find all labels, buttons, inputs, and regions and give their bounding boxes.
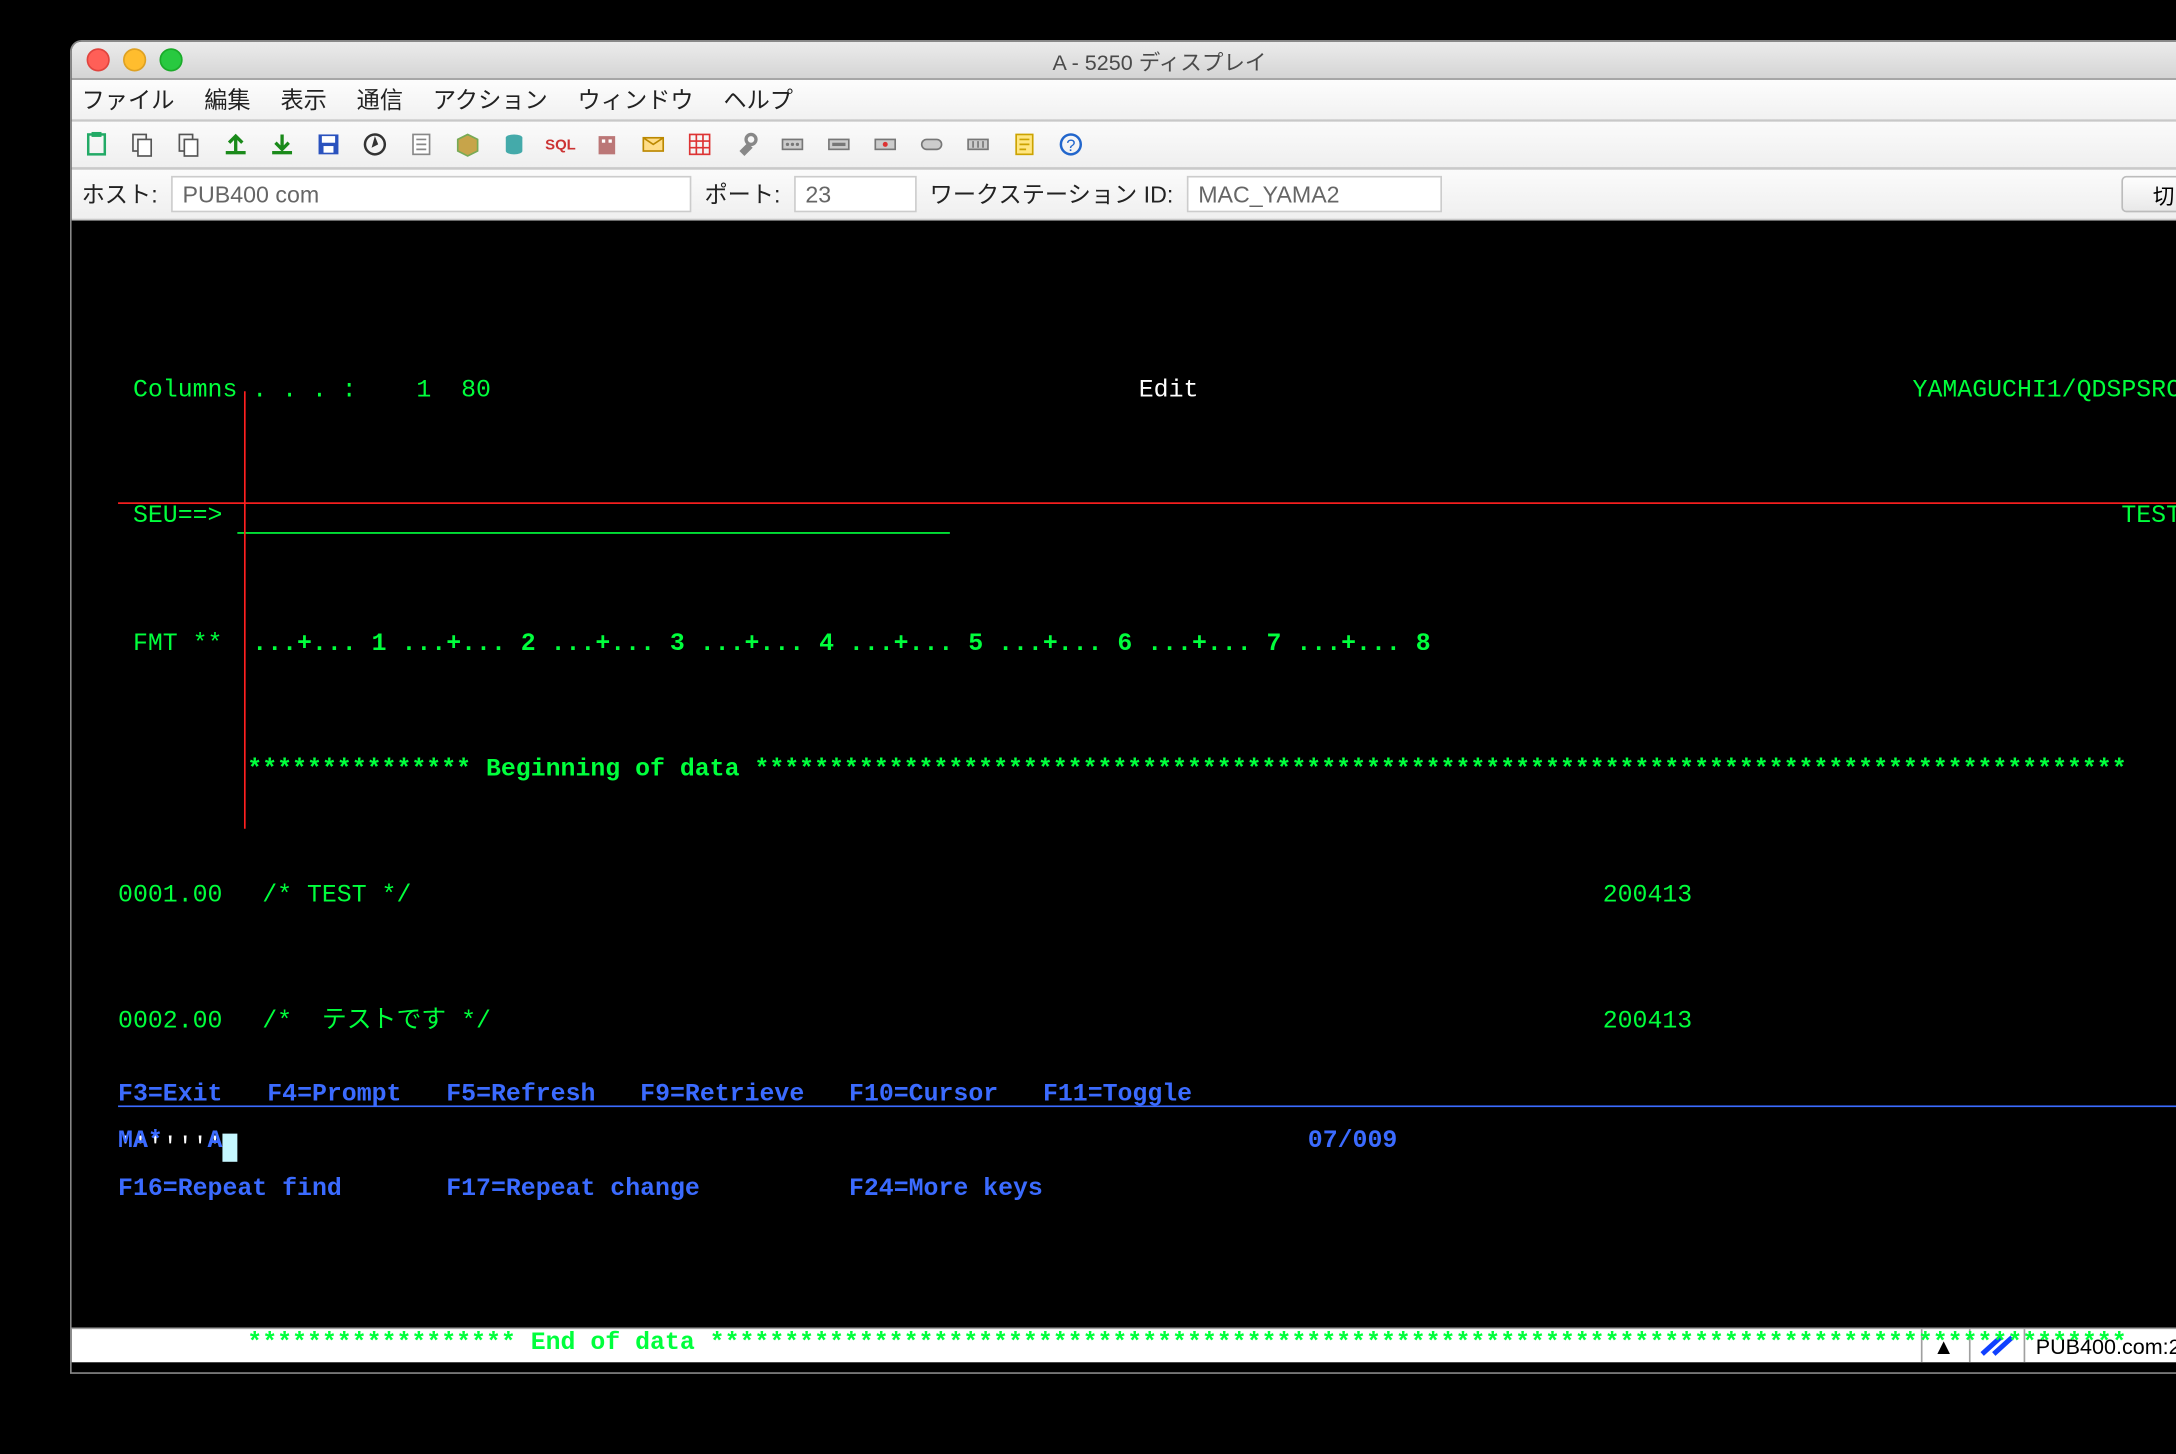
toolbar-tool-icon[interactable]: [728, 126, 764, 162]
toolbar-help-icon[interactable]: ?: [1053, 126, 1089, 162]
disconnect-button[interactable]: 切断: [2121, 176, 2176, 212]
screen-title: Edit: [1139, 375, 1199, 406]
toolbar-sql-icon[interactable]: SQL: [542, 126, 578, 162]
status-divider: [118, 1105, 2176, 1107]
fkey-f24[interactable]: F24=More keys: [849, 1175, 1043, 1203]
source-line-1[interactable]: 0001.00 /* TEST */200413: [118, 880, 2176, 911]
zoom-window-button[interactable]: [159, 48, 182, 71]
port-label: ポート:: [704, 178, 780, 211]
menu-comm[interactable]: 通信: [357, 83, 403, 116]
connection-bar: ホスト: ポート: ワークステーション ID: 切断: [72, 169, 2176, 220]
toolbar-document-icon[interactable]: [403, 126, 439, 162]
status-line: MA* A07/009: [118, 1125, 2176, 1156]
member-name: TEST: [2121, 501, 2176, 532]
menu-help[interactable]: ヘルプ: [723, 83, 793, 116]
vertical-guide: [244, 391, 246, 828]
menu-action[interactable]: アクション: [433, 83, 548, 116]
toolbar-keypad3-icon[interactable]: [867, 126, 903, 162]
end-data-line: ****************** End of data *********…: [118, 1327, 2176, 1358]
toolbar-grid-icon[interactable]: [681, 126, 717, 162]
fkey-f17[interactable]: F17=Repeat change: [446, 1175, 700, 1203]
lib-file: YAMAGUCHI1/QDSPSRC: [1913, 375, 2176, 406]
title-bar: A - 5250 ディスプレイ: [72, 42, 2176, 80]
toolbar-package-icon[interactable]: [449, 126, 485, 162]
toolbar-controller-icon[interactable]: [913, 126, 949, 162]
workstation-input[interactable]: [1187, 176, 1442, 212]
toolbar-building-icon[interactable]: [589, 126, 625, 162]
workstation-label: ワークステーション ID:: [930, 178, 1174, 211]
toolbar-mail-icon[interactable]: [635, 126, 671, 162]
minimize-window-button[interactable]: [123, 48, 146, 71]
host-input[interactable]: [171, 176, 691, 212]
menu-edit[interactable]: 編集: [204, 83, 250, 116]
toolbar-keypad1-icon[interactable]: [774, 126, 810, 162]
window-controls: [87, 48, 183, 71]
cursor-position: 07/009: [1308, 1125, 1398, 1156]
toolbar-database-icon[interactable]: [496, 126, 532, 162]
toolbar-save-icon[interactable]: [310, 126, 346, 162]
toolbar-clipboard-icon[interactable]: [78, 126, 114, 162]
begin-data-line: *************** Beginning of data ******…: [118, 754, 2176, 785]
fkey-f16[interactable]: F16=Repeat find: [118, 1175, 342, 1203]
port-input[interactable]: [794, 176, 917, 212]
menu-file[interactable]: ファイル: [82, 83, 175, 116]
toolbar-copy-icon[interactable]: [125, 126, 161, 162]
separator-line: [118, 502, 2176, 504]
host-label: ホスト:: [82, 178, 158, 211]
close-window-button[interactable]: [87, 48, 110, 71]
menu-view[interactable]: 表示: [280, 83, 326, 116]
window-title: A - 5250 ディスプレイ: [72, 44, 2176, 75]
toolbar-compass-icon[interactable]: [357, 126, 393, 162]
columns-line: Columns . . . : 1 80EditYAMAGUCHI1/QDSPS…: [118, 375, 2176, 406]
terminal[interactable]: Columns . . . : 1 80EditYAMAGUCHI1/QDSPS…: [72, 221, 2176, 1328]
menu-bar: ファイル 編集 表示 通信 アクション ウィンドウ ヘルプ: [72, 80, 2176, 121]
toolbar: SQL ?: [72, 121, 2176, 169]
app-window: A - 5250 ディスプレイ ファイル 編集 表示 通信 アクション ウィンド…: [70, 40, 2176, 1374]
menu-window[interactable]: ウィンドウ: [578, 83, 694, 116]
toolbar-note-icon[interactable]: [1006, 126, 1042, 162]
toolbar-download-icon[interactable]: [264, 126, 300, 162]
format-ruler: FMT ** ...+... 1 ...+... 2 ...+... 3 ...…: [118, 628, 2176, 659]
seu-prompt-line: SEU==> TEST: [118, 501, 2176, 534]
toolbar-keypad4-icon[interactable]: [960, 126, 996, 162]
toolbar-keypad2-icon[interactable]: [821, 126, 857, 162]
svg-text:?: ?: [1066, 136, 1075, 155]
toolbar-paste-icon[interactable]: [171, 126, 207, 162]
toolbar-upload-icon[interactable]: [217, 126, 253, 162]
